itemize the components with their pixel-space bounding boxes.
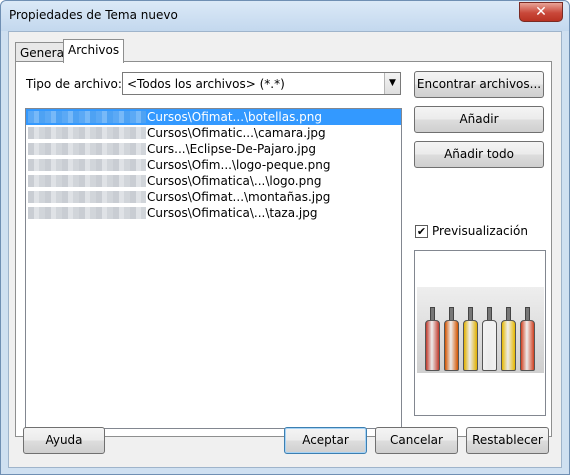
file-list-item[interactable]: Cursos\Ofimatic...\camara.jpg xyxy=(26,125,401,141)
archivos-tab-page: Tipo de archivo: <Todos los archivos> (*… xyxy=(15,61,552,437)
checkmark-icon: ✔ xyxy=(416,225,427,238)
redacted-path xyxy=(28,159,146,171)
preview-label: Previsualización xyxy=(432,224,528,238)
preview-pane xyxy=(414,250,546,416)
file-path-text: Cursos\Ofimatic...\camara.jpg xyxy=(147,126,326,140)
redacted-path xyxy=(28,127,146,139)
file-path-text: Cursos\Ofimatica\...\logo.png xyxy=(147,174,322,188)
bottle-shape xyxy=(501,307,516,371)
dialog-window: Propiedades de Tema nuevo ✕ General Arch… xyxy=(0,0,570,475)
file-list[interactable]: Cursos\Ofimat...\botellas.png Cursos\Ofim… xyxy=(25,108,402,429)
redacted-path xyxy=(28,175,146,187)
bottle-shape xyxy=(444,307,459,371)
dialog-body: General Archivos Tipo de archivo: <Todos… xyxy=(8,31,562,468)
file-list-item[interactable]: Cursos\Ofimat...\montañas.jpg xyxy=(26,189,401,205)
redacted-path xyxy=(28,143,146,155)
redacted-path xyxy=(28,111,146,123)
cancel-button[interactable]: Cancelar xyxy=(375,427,458,454)
file-path-text: Cursos\Ofimat...\botellas.png xyxy=(147,110,323,124)
chevron-down-icon[interactable]: ▼ xyxy=(384,73,400,94)
redacted-path xyxy=(28,191,146,203)
file-path-text: Curs...\Eclipse-De-Pajaro.jpg xyxy=(147,142,316,156)
filetype-select[interactable]: <Todos los archivos> (*.*) ▼ xyxy=(122,72,401,95)
add-all-button[interactable]: Añadir todo xyxy=(414,141,544,168)
file-path-text: Cursos\Ofimatica\...\taza.jpg xyxy=(147,206,318,220)
bottle-shape xyxy=(482,307,497,371)
file-list-item[interactable]: Cursos\Ofim...\logo-peque.png xyxy=(26,157,401,173)
window-title: Propiedades de Tema nuevo xyxy=(9,8,178,22)
help-button[interactable]: Ayuda xyxy=(23,427,105,454)
file-list-item[interactable]: Curs...\Eclipse-De-Pajaro.jpg xyxy=(26,141,401,157)
bottle-shape xyxy=(520,307,535,371)
file-list-item[interactable]: Cursos\Ofimat...\botellas.png xyxy=(26,109,401,125)
bottle-shape xyxy=(463,307,478,371)
file-path-text: Cursos\Ofimat...\montañas.jpg xyxy=(147,190,331,204)
preview-checkbox[interactable]: ✔ xyxy=(415,225,428,238)
close-button[interactable]: ✕ xyxy=(519,2,563,22)
file-path-text: Cursos\Ofim...\logo-peque.png xyxy=(147,158,331,172)
bottle-shape xyxy=(425,307,440,371)
tab-general-label: General xyxy=(20,46,68,60)
tab-archivos[interactable]: Archivos xyxy=(63,39,125,63)
title-bar[interactable]: Propiedades de Tema nuevo ✕ xyxy=(1,1,569,31)
tab-archivos-label: Archivos xyxy=(68,43,120,57)
filetype-select-value: <Todos los archivos> (*.*) xyxy=(127,77,285,91)
accept-button[interactable]: Aceptar xyxy=(284,427,367,454)
filetype-label: Tipo de archivo: xyxy=(26,77,122,91)
close-icon: ✕ xyxy=(535,4,547,20)
find-files-button[interactable]: Encontrar archivos... xyxy=(414,71,544,98)
file-list-item[interactable]: Cursos\Ofimatica\...\logo.png xyxy=(26,173,401,189)
redacted-path xyxy=(28,207,146,219)
reset-button[interactable]: Restablecer xyxy=(466,427,549,454)
preview-image xyxy=(417,287,544,373)
add-button[interactable]: Añadir xyxy=(414,106,544,133)
file-list-item[interactable]: Cursos\Ofimatica\...\taza.jpg xyxy=(26,205,401,221)
